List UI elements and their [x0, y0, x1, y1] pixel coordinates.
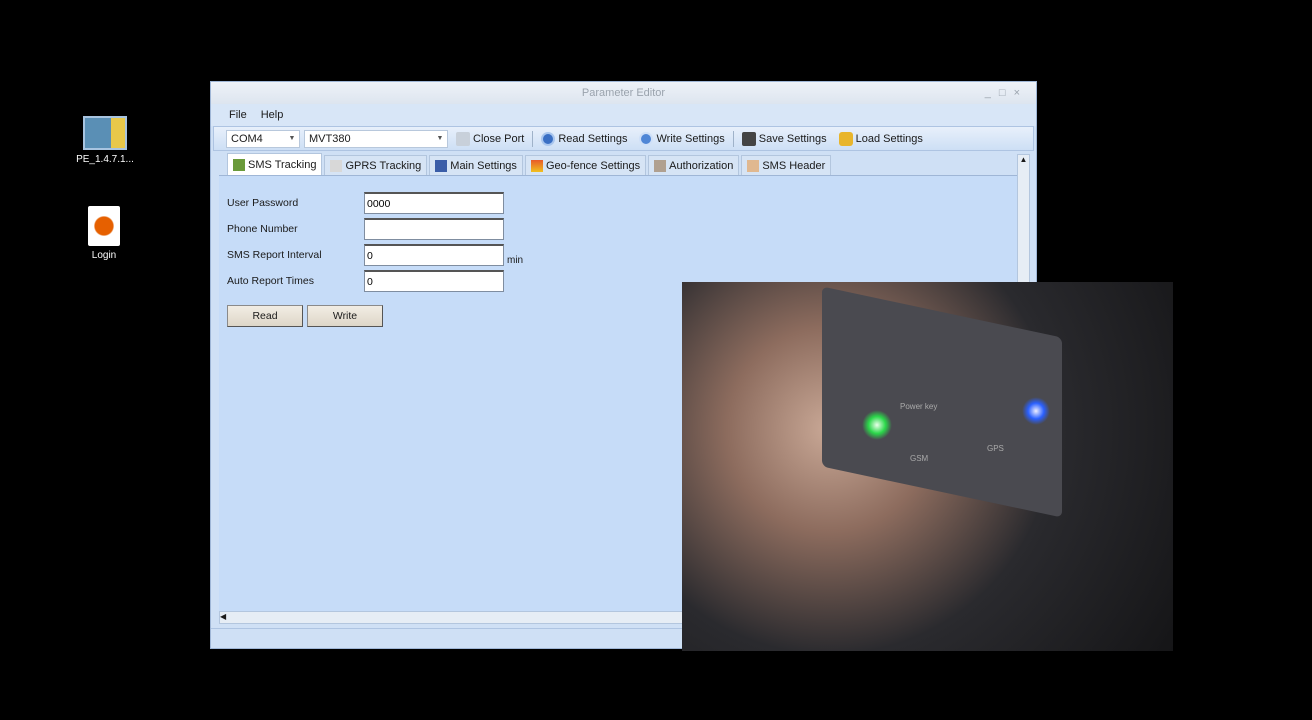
tab-sms-tracking[interactable]: SMS Tracking	[227, 153, 323, 175]
read-settings-button[interactable]: Read Settings	[537, 129, 631, 149]
chevron-down-icon: ▼	[436, 134, 444, 142]
green-led	[862, 410, 892, 440]
tab-gprs-tracking[interactable]: GPRS Tracking	[324, 155, 428, 175]
gps-label: GPS	[987, 444, 1004, 453]
port-select[interactable]: COM4 ▼	[226, 129, 300, 148]
parameter-editor-icon	[83, 116, 127, 150]
firefox-shortcut-icon	[88, 206, 120, 246]
divider	[532, 130, 534, 147]
map-icon	[530, 159, 543, 172]
folder-icon	[838, 131, 853, 146]
phone-number-label: Phone Number	[227, 223, 298, 235]
desktop-icon-pe[interactable]: PE_1.4.7.1...	[60, 116, 150, 165]
device-video-overlay: Power key GSM GPS	[682, 282, 1173, 651]
scroll-left-icon[interactable]: ◀	[220, 612, 230, 621]
desktop-icon-login[interactable]: Login	[59, 206, 149, 261]
minimize-button[interactable]: _	[985, 87, 999, 99]
unit-label: min	[507, 254, 524, 266]
chevron-down-icon: ▼	[288, 134, 296, 142]
menu-file[interactable]: File	[229, 109, 247, 121]
tab-authorization[interactable]: Authorization	[648, 155, 740, 175]
blue-led	[1022, 397, 1050, 425]
title-bar: Parameter Editor _□×	[211, 82, 1036, 104]
power-key-label: Power key	[900, 402, 938, 411]
auto-report-times-input[interactable]	[364, 270, 504, 292]
close-button[interactable]: ×	[1014, 87, 1028, 99]
save-settings-button[interactable]: Save Settings	[738, 129, 831, 149]
device-select[interactable]: MVT380 ▼	[304, 129, 448, 148]
write-button[interactable]: Write	[307, 305, 383, 327]
gsm-label: GSM	[910, 454, 929, 463]
write-settings-button[interactable]: Write Settings	[635, 129, 728, 149]
maximize-button[interactable]: □	[999, 87, 1014, 99]
plug-icon	[456, 131, 470, 146]
person-icon	[654, 159, 667, 172]
load-settings-button[interactable]: Load Settings	[835, 129, 927, 149]
sms-icon	[233, 158, 245, 171]
tab-sms-header[interactable]: SMS Header	[741, 155, 832, 175]
tab-geo-fence-settings[interactable]: Geo-fence Settings	[524, 155, 647, 175]
read-icon	[541, 131, 556, 146]
toolbar: COM4 ▼ MVT380 ▼ Close Port Read Settings W…	[213, 126, 1034, 151]
tab-main-settings[interactable]: Main Settings	[429, 155, 523, 175]
sms-report-interval-label: SMS Report Interval	[227, 249, 322, 261]
phone-icon	[330, 159, 343, 172]
monitor-icon	[435, 159, 448, 172]
menu-bar: File Help	[211, 104, 1036, 126]
save-icon	[741, 131, 756, 146]
user-password-label: User Password	[227, 197, 299, 209]
divider	[732, 130, 734, 147]
tab-bar: SMS Tracking GPRS Tracking Main Settings…	[219, 153, 1027, 176]
close-port-button[interactable]: Close Port	[452, 129, 528, 149]
menu-help[interactable]: Help	[261, 109, 284, 121]
window-title: Parameter Editor	[581, 87, 666, 99]
read-button[interactable]: Read	[227, 305, 303, 327]
write-icon	[639, 131, 654, 146]
scroll-up-icon[interactable]: ▲	[1018, 155, 1029, 164]
auto-report-times-label: Auto Report Times	[227, 275, 314, 287]
sms-report-interval-input[interactable]	[364, 244, 504, 266]
user-password-input[interactable]	[364, 192, 504, 214]
phone-number-input[interactable]	[364, 218, 504, 240]
user-icon	[747, 159, 760, 172]
